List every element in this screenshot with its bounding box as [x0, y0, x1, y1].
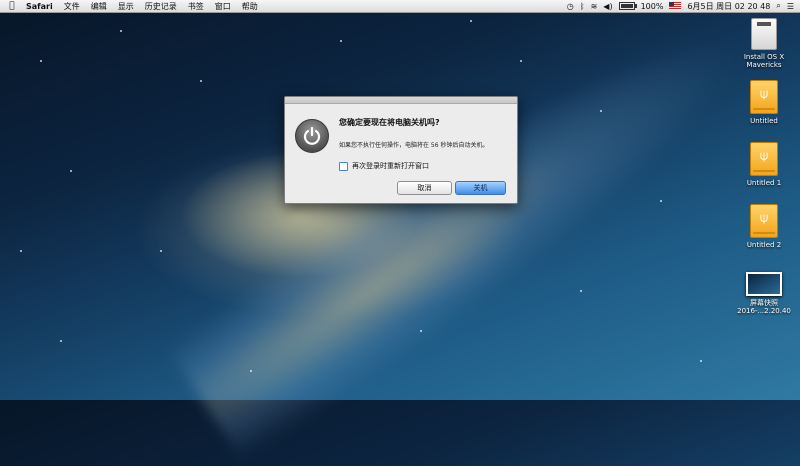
wallpaper-galaxy: [162, 0, 778, 466]
apple-icon[interactable]: : [6, 1, 18, 11]
dialog-title: 您确定要现在将电脑关机吗?: [339, 118, 440, 127]
input-source-flag-icon[interactable]: [669, 2, 682, 10]
screenshot-icon: [746, 272, 782, 296]
menubar-clock[interactable]: 6月5日 周日 02 20 48: [687, 1, 770, 12]
notification-center-icon[interactable]: ☰: [787, 2, 794, 11]
shutdown-dialog: 您确定要现在将电脑关机吗? 如果您不执行任何操作，电脑将在 56 秒钟后自动关机…: [284, 96, 518, 204]
cancel-button[interactable]: 取消: [397, 181, 452, 195]
usb-drive-icon: ⍦: [750, 204, 778, 238]
reopen-windows-label[interactable]: 再次登录时重新打开窗口: [352, 161, 429, 171]
spotlight-search-icon[interactable]: ⌕: [776, 1, 780, 11]
menu-history[interactable]: 历史记录: [145, 1, 177, 12]
screenshot-label-line2: 2016-...2.20.40: [737, 307, 791, 315]
desktop-icon-untitled-2[interactable]: ⍦ Untitled 2: [735, 204, 793, 249]
reopen-windows-option[interactable]: 再次登录时重新打开窗口: [339, 161, 429, 171]
wifi-icon[interactable]: ≋: [591, 2, 598, 11]
dialog-message: 如果您不执行任何操作，电脑将在 56 秒钟后自动关机。: [339, 142, 489, 149]
battery-icon[interactable]: [618, 2, 637, 10]
desktop-icon-label: Untitled: [750, 117, 778, 125]
shutdown-button[interactable]: 关机: [455, 181, 506, 195]
dialog-title-strip: [285, 97, 517, 104]
reopen-windows-checkbox[interactable]: [339, 161, 348, 171]
menu-window[interactable]: 窗口: [215, 1, 231, 12]
time-machine-icon[interactable]: ◷: [567, 2, 574, 11]
desktop-icon-label: Install OS X Mavericks: [743, 53, 785, 69]
screenshot-label-line1: 屏幕快照: [750, 299, 778, 307]
battery-percent[interactable]: 100%: [641, 2, 664, 11]
desktop-icon-label: Untitled 2: [746, 241, 782, 249]
menu-view[interactable]: 显示: [118, 1, 134, 12]
desktop-icon-install-mavericks[interactable]: Install OS X Mavericks: [735, 18, 793, 69]
bluetooth-icon[interactable]: ᛒ: [580, 2, 585, 11]
desktop-icon-untitled[interactable]: ⍦ Untitled: [735, 80, 793, 125]
menu-bar:  Safari 文件 编辑 显示 历史记录 书签 窗口 帮助 ◷ ᛒ ≋ ◀)…: [0, 0, 800, 13]
power-icon: [295, 119, 329, 153]
menu-bookmarks[interactable]: 书签: [188, 1, 204, 12]
desktop-icon-label: Untitled 1: [746, 179, 782, 187]
volume-icon[interactable]: ◀): [603, 2, 612, 11]
menu-app-name[interactable]: Safari: [26, 2, 53, 11]
desktop-icon-label: 屏幕快照 2016-...2.20.40: [735, 299, 793, 315]
usb-drive-icon: ⍦: [750, 80, 778, 114]
desktop-icon-untitled-1[interactable]: ⍦ Untitled 1: [735, 142, 793, 187]
desktop-icon-screenshot[interactable]: 屏幕快照 2016-...2.20.40: [735, 272, 793, 315]
menu-edit[interactable]: 编辑: [91, 1, 107, 12]
usb-drive-icon: ⍦: [750, 142, 778, 176]
menu-help[interactable]: 帮助: [242, 1, 258, 12]
menu-file[interactable]: 文件: [64, 1, 80, 12]
disk-icon: [751, 18, 777, 50]
